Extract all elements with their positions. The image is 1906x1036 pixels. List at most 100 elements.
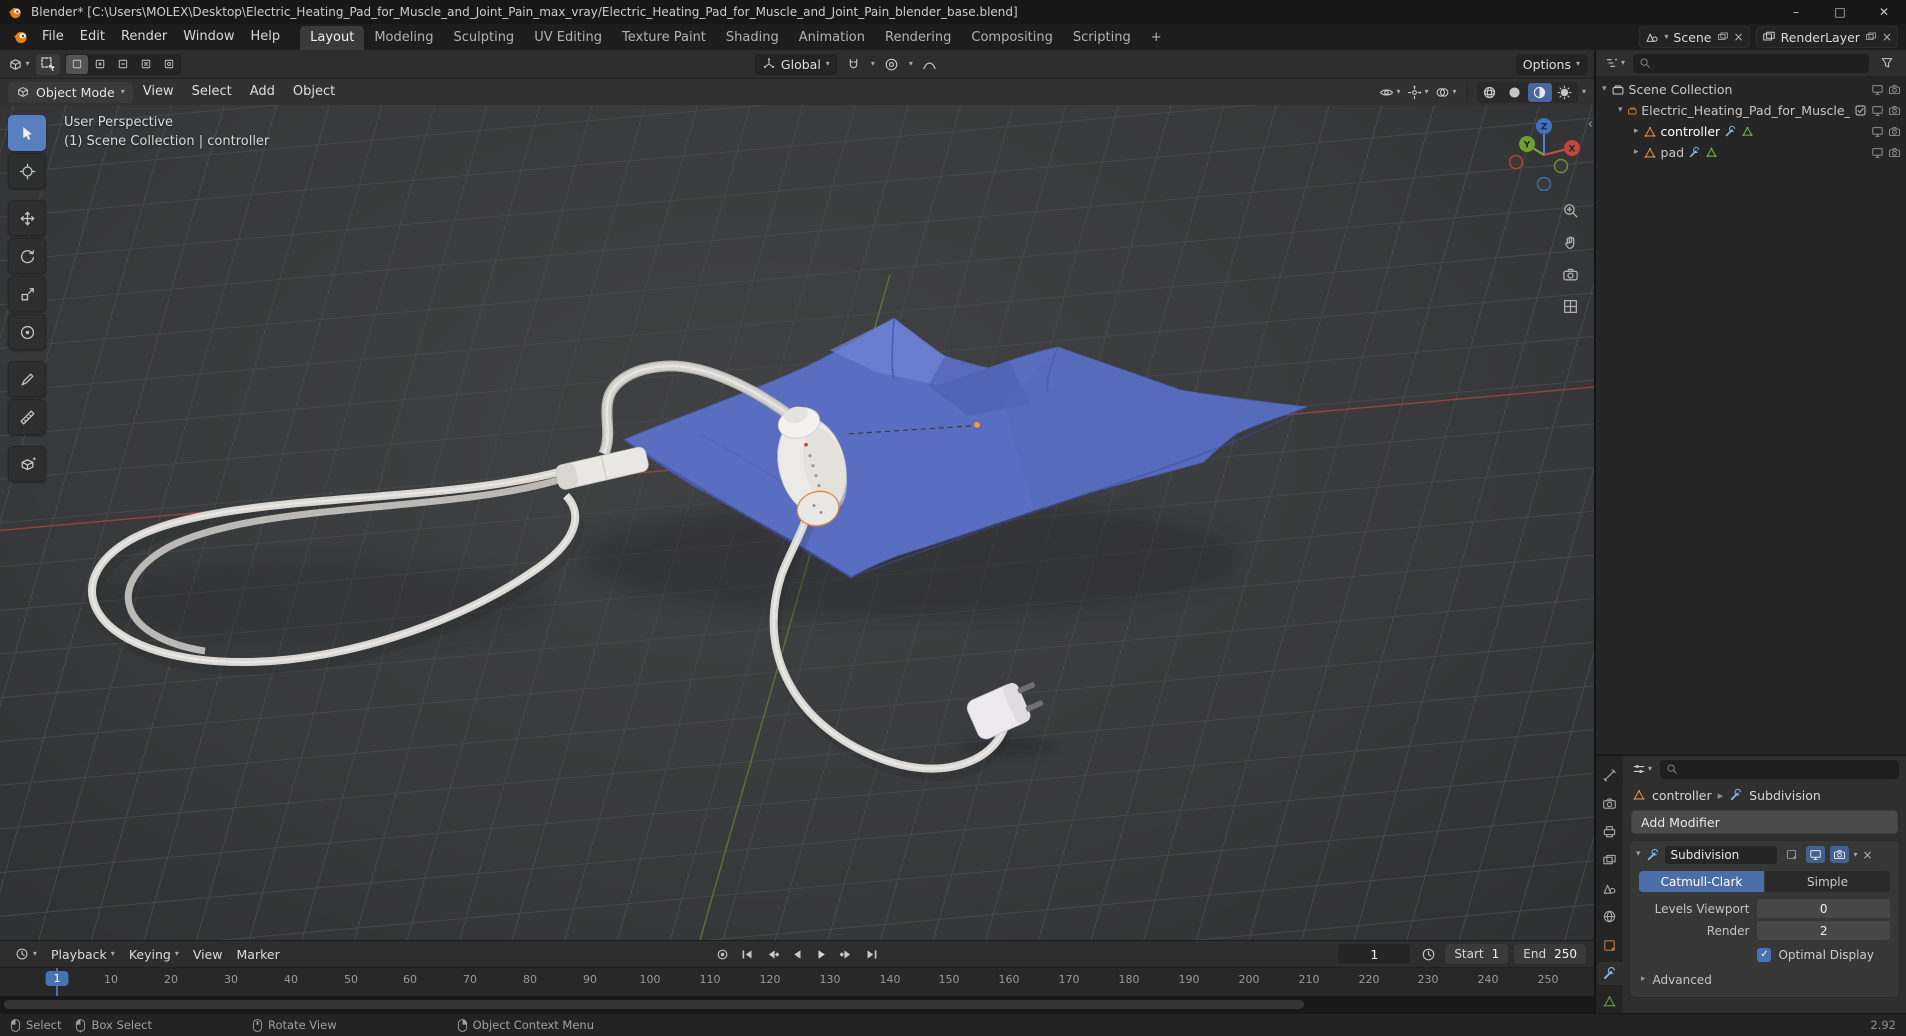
menu-file[interactable]: File — [34, 24, 72, 50]
outliner-item-label[interactable]: pad — [1661, 145, 1685, 160]
snap-settings-chevron[interactable]: ▾ — [871, 60, 875, 68]
active-tool-button[interactable] — [36, 53, 60, 75]
add-workspace-button[interactable]: + — [1141, 26, 1172, 50]
play-button[interactable] — [811, 944, 833, 964]
workspace-tab-scripting[interactable]: Scripting — [1063, 26, 1141, 50]
expand-caret-icon[interactable]: ▸ — [1634, 148, 1639, 157]
select-invert-button[interactable] — [135, 55, 157, 74]
outliner-item-label[interactable]: Electric_Heating_Pad_for_Muscle_and_Join… — [1641, 103, 1850, 118]
viewport-menu-add[interactable]: Add — [242, 79, 283, 105]
timeline-scrollbar[interactable] — [0, 996, 1594, 1013]
breadcrumb-modifier[interactable]: Subdivision — [1749, 788, 1821, 803]
tab-modifiers[interactable] — [1596, 962, 1623, 985]
gizmos-dropdown[interactable]: ▾ — [1406, 82, 1430, 103]
jump-to-start-button[interactable] — [736, 944, 758, 964]
overlays-dropdown[interactable]: ▾ — [1434, 82, 1458, 103]
shading-settings-chevron[interactable]: ▾ — [1582, 88, 1586, 96]
expand-caret-icon[interactable]: ▾ — [1602, 85, 1607, 94]
minimize-button[interactable]: – — [1774, 0, 1818, 24]
close-button[interactable]: ✕ — [1862, 0, 1906, 24]
camera-icon[interactable] — [1888, 83, 1901, 96]
sidebar-collapse-arrow[interactable]: ‹ — [1588, 117, 1593, 132]
tab-object-data[interactable] — [1597, 991, 1623, 1013]
expand-caret-icon[interactable]: ▸ — [1634, 127, 1639, 136]
tab-object[interactable] — [1597, 934, 1623, 956]
outliner-editor-type-button[interactable]: ▾ — [1603, 53, 1627, 74]
annotate-tool[interactable] — [8, 361, 46, 397]
outliner-filter-button[interactable] — [1875, 53, 1899, 74]
snap-toggle-button[interactable] — [842, 54, 866, 75]
select-intersect-button[interactable] — [158, 55, 180, 74]
mode-dropdown[interactable]: Object Mode ▾ — [8, 81, 133, 103]
workspace-tab-rendering[interactable]: Rendering — [875, 26, 961, 50]
tab-render[interactable] — [1597, 792, 1623, 814]
select-set-button[interactable] — [66, 54, 88, 74]
transform-tool[interactable] — [8, 314, 46, 350]
timeline-ruler[interactable]: 1 10 20 30 40 50 60 70 80 90 100 110 120… — [0, 967, 1594, 996]
menu-window[interactable]: Window — [175, 24, 242, 50]
simple-button[interactable]: Simple — [1765, 871, 1890, 892]
levels-viewport-field[interactable]: 0 — [1757, 899, 1890, 918]
workspace-tab-modeling[interactable]: Modeling — [364, 26, 443, 50]
tab-tool[interactable] — [1597, 764, 1623, 786]
tab-scene[interactable] — [1597, 877, 1623, 899]
breadcrumb-object[interactable]: controller — [1652, 788, 1712, 803]
show-hide-dropdown[interactable]: ▾ — [1378, 82, 1402, 103]
tab-output[interactable] — [1597, 821, 1623, 843]
shading-wireframe-button[interactable] — [1478, 83, 1502, 102]
timeline-editor-type-button[interactable]: ▾ — [8, 947, 44, 961]
use-preview-range-button[interactable] — [1417, 944, 1439, 964]
select-extend-button[interactable] — [89, 55, 111, 74]
unlink-scene-button[interactable]: × — [1734, 31, 1744, 43]
playhead-frame-badge[interactable]: 1 — [45, 971, 69, 986]
maximize-button[interactable]: □ — [1818, 0, 1862, 24]
viewport-canvas[interactable]: User Perspective (1) Scene Collection | … — [0, 105, 1594, 940]
new-scene-button[interactable] — [1717, 31, 1729, 43]
blender-app-menu[interactable] — [8, 29, 34, 45]
edit-mode-toggle[interactable] — [1782, 846, 1801, 863]
proportional-editing-button[interactable] — [880, 54, 904, 75]
move-tool[interactable] — [8, 200, 46, 236]
pan-hand-button[interactable] — [1559, 231, 1581, 253]
screen-icon[interactable] — [1871, 104, 1884, 117]
camera-icon[interactable] — [1888, 104, 1901, 117]
screen-icon[interactable] — [1871, 125, 1884, 138]
render-levels-field[interactable]: 2 — [1757, 921, 1890, 940]
workspace-tab-layout[interactable]: Layout — [300, 26, 365, 50]
workspace-tab-texture-paint[interactable]: Texture Paint — [612, 26, 716, 50]
camera-view-button[interactable] — [1559, 263, 1581, 285]
checkbox-icon[interactable] — [1854, 104, 1867, 117]
tab-view-layer[interactable] — [1597, 849, 1623, 871]
modifier-extras-chevron[interactable]: ▾ — [1854, 850, 1858, 859]
menu-edit[interactable]: Edit — [72, 24, 113, 50]
shading-material-preview-button[interactable] — [1527, 82, 1552, 102]
timeline-scroll-thumb[interactable] — [4, 1000, 1304, 1009]
shading-rendered-button[interactable] — [1553, 83, 1577, 102]
jump-to-end-button[interactable] — [861, 944, 883, 964]
auto-keying-button[interactable] — [711, 944, 733, 964]
transform-orientation-dropdown[interactable]: Global ▾ — [754, 53, 837, 75]
outliner-row-controller[interactable]: ▸ controller — [1596, 121, 1906, 142]
select-subtract-button[interactable] — [112, 55, 134, 74]
ortho-perspective-button[interactable] — [1559, 295, 1581, 317]
timeline-menu-playback[interactable]: Playback ▾ — [44, 947, 122, 962]
new-view-layer-button[interactable] — [1865, 31, 1877, 43]
workspace-tab-sculpting[interactable]: Sculpting — [443, 26, 524, 50]
gizmo-minus-y-axis[interactable] — [1553, 158, 1569, 174]
previous-keyframe-button[interactable] — [761, 944, 783, 964]
expand-caret-icon[interactable]: ▾ — [1618, 106, 1623, 115]
outliner-search-input[interactable] — [1656, 55, 1863, 71]
gizmo-minus-x-axis[interactable] — [1508, 154, 1524, 170]
screen-icon[interactable] — [1871, 146, 1884, 159]
measure-tool[interactable] — [8, 399, 46, 435]
catmull-clark-button[interactable]: Catmull-Clark — [1639, 871, 1764, 892]
tab-world[interactable] — [1597, 906, 1623, 928]
camera-icon[interactable] — [1888, 125, 1901, 138]
play-reverse-button[interactable] — [786, 944, 808, 964]
current-frame-field[interactable]: 1 — [1337, 943, 1412, 965]
scene-selector[interactable]: ▾ Scene × — [1639, 26, 1750, 48]
rotate-tool[interactable] — [8, 238, 46, 274]
render-display-toggle[interactable] — [1829, 846, 1849, 863]
screen-icon[interactable] — [1871, 83, 1884, 96]
workspace-tab-uv-editing[interactable]: UV Editing — [524, 26, 612, 50]
